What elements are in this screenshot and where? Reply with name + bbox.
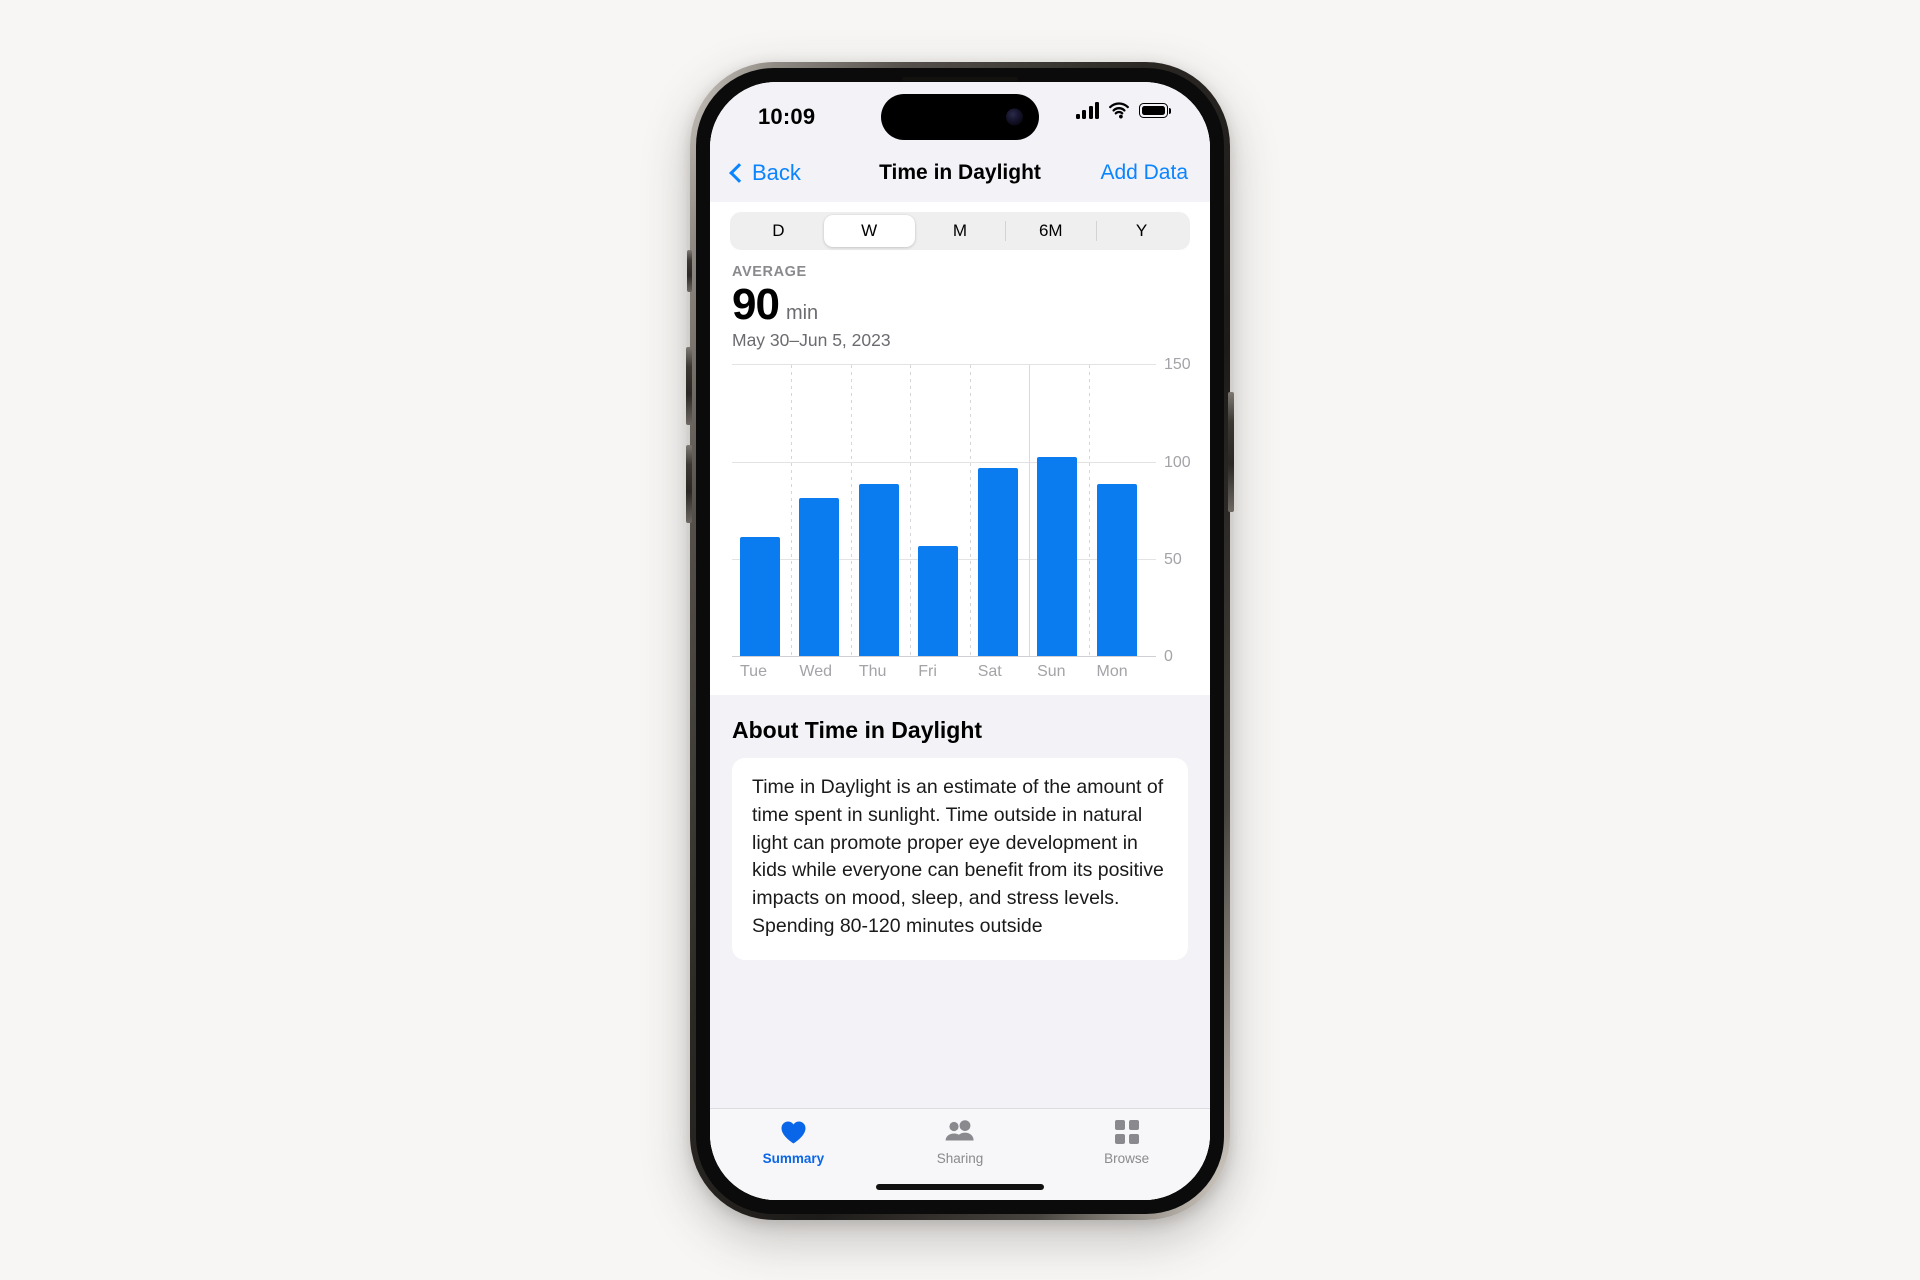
chart-bar-cell[interactable] <box>791 365 850 658</box>
chart-bar[interactable] <box>977 468 1018 658</box>
dynamic-island[interactable] <box>881 94 1039 140</box>
chart-bar[interactable] <box>918 546 959 658</box>
chart-y-label: 50 <box>1164 550 1182 568</box>
chart-bar-cell[interactable] <box>910 365 969 658</box>
chart-vertical-gridline <box>850 365 852 658</box>
people-icon <box>944 1118 976 1146</box>
status-bar-clock: 10:09 <box>758 104 816 129</box>
segment-d[interactable]: D <box>733 215 824 247</box>
volume-down-button[interactable] <box>686 445 692 523</box>
chart-bar[interactable] <box>1037 456 1078 658</box>
tab-summary-label: Summary <box>762 1151 825 1166</box>
chart-bar[interactable] <box>1096 483 1137 658</box>
average-value-row: 90 min <box>732 280 1188 329</box>
chart-plot-area <box>732 364 1156 658</box>
about-section: About Time in Daylight Time in Daylight … <box>710 695 1210 1108</box>
wifi-icon <box>1109 102 1129 119</box>
screenshot-canvas: 10:09 Back Time in Daylight Add Data D W… <box>0 0 1920 1280</box>
tab-browse-label: Browse <box>1104 1151 1150 1166</box>
about-heading: About Time in Daylight <box>732 717 983 744</box>
chart-y-label: 0 <box>1164 648 1173 666</box>
average-label: AVERAGE <box>732 264 807 280</box>
daylight-bar-chart[interactable]: 0 50 100 150 Tue Wed Thu Fri Sat Sun Mon <box>732 356 1210 686</box>
segment-6m[interactable]: 6M <box>1005 215 1096 247</box>
phone-bezel: 10:09 Back Time in Daylight Add Data D W… <box>696 68 1224 1214</box>
scroll-content: D W M 6M Y AVERAGE 90 min May 30–Jun 5, … <box>710 202 1210 1108</box>
segment-m[interactable]: M <box>915 215 1006 247</box>
tab-bar: Summary Sharing Browse <box>710 1108 1210 1200</box>
chart-x-axis: Tue Wed Thu Fri Sat Sun Mon <box>732 659 1148 685</box>
chart-vertical-gridline <box>969 365 971 658</box>
chart-y-label: 150 <box>1164 356 1191 374</box>
chart-x-label: Thu <box>858 663 887 681</box>
tab-summary[interactable]: Summary <box>710 1118 877 1200</box>
grid-icon <box>1114 1118 1140 1146</box>
about-body-card: Time in Daylight is an estimate of the a… <box>732 758 1188 961</box>
back-button-label: Back <box>752 160 801 185</box>
chart-bar-cell[interactable] <box>732 365 791 658</box>
iphone-device-frame: 10:09 Back Time in Daylight Add Data D W… <box>686 62 1234 1220</box>
tab-browse[interactable]: Browse <box>1043 1118 1210 1200</box>
battery-icon <box>1139 103 1171 118</box>
chart-bar-cell[interactable] <box>1029 365 1088 658</box>
earpiece-speaker <box>902 77 1018 81</box>
segment-y[interactable]: Y <box>1096 215 1187 247</box>
chart-bars <box>732 365 1148 658</box>
add-data-button[interactable]: Add Data <box>1100 161 1188 185</box>
segment-w[interactable]: W <box>823 215 915 247</box>
chart-x-label: Wed <box>799 663 833 681</box>
summary-stats: AVERAGE 90 min May 30–Jun 5, 2023 <box>710 250 1210 352</box>
chart-bar[interactable] <box>858 483 899 658</box>
tab-sharing-label: Sharing <box>936 1151 984 1166</box>
chart-vertical-gridline <box>1088 365 1090 658</box>
chart-vertical-gridline <box>791 365 793 658</box>
chart-bar[interactable] <box>799 497 840 658</box>
chart-x-label: Fri <box>918 663 937 681</box>
phone-screen: 10:09 Back Time in Daylight Add Data D W… <box>710 82 1210 1200</box>
cellular-signal-icon <box>1075 102 1099 119</box>
chart-x-label: Mon <box>1096 663 1128 681</box>
chart-bar[interactable] <box>740 536 780 658</box>
chart-y-label: 100 <box>1164 453 1191 471</box>
status-bar-indicators <box>1075 102 1171 119</box>
chart-baseline <box>732 656 1156 658</box>
chart-y-axis: 0 50 100 150 <box>1152 356 1210 665</box>
power-button[interactable] <box>1228 392 1234 512</box>
silent-switch-button[interactable] <box>687 250 692 292</box>
time-range-segmented-control[interactable]: D W M 6M Y <box>730 212 1190 250</box>
chart-vertical-gridline <box>1029 365 1031 658</box>
front-camera-icon <box>1006 108 1023 126</box>
chevron-left-icon <box>729 163 749 183</box>
volume-up-button[interactable] <box>686 347 692 425</box>
average-value: 90 <box>732 280 780 329</box>
navigation-bar: Back Time in Daylight Add Data <box>710 144 1210 202</box>
status-bar: 10:09 <box>710 82 1210 144</box>
home-indicator[interactable] <box>876 1184 1044 1190</box>
chart-x-label: Sat <box>977 663 1002 681</box>
chart-vertical-gridline <box>910 365 912 658</box>
heart-icon <box>780 1118 807 1146</box>
chart-x-label: Sun <box>1037 663 1066 681</box>
time-range-segmented-control-wrapper: D W M 6M Y <box>710 202 1210 250</box>
chart-bar-cell[interactable] <box>969 365 1029 658</box>
chart-bar-cell[interactable] <box>850 365 910 658</box>
chart-x-label: Tue <box>740 663 767 681</box>
date-range-label: May 30–Jun 5, 2023 <box>732 330 891 351</box>
chart-bar-cell[interactable] <box>1088 365 1148 658</box>
average-unit: min <box>785 302 819 324</box>
back-button[interactable]: Back <box>729 160 801 186</box>
